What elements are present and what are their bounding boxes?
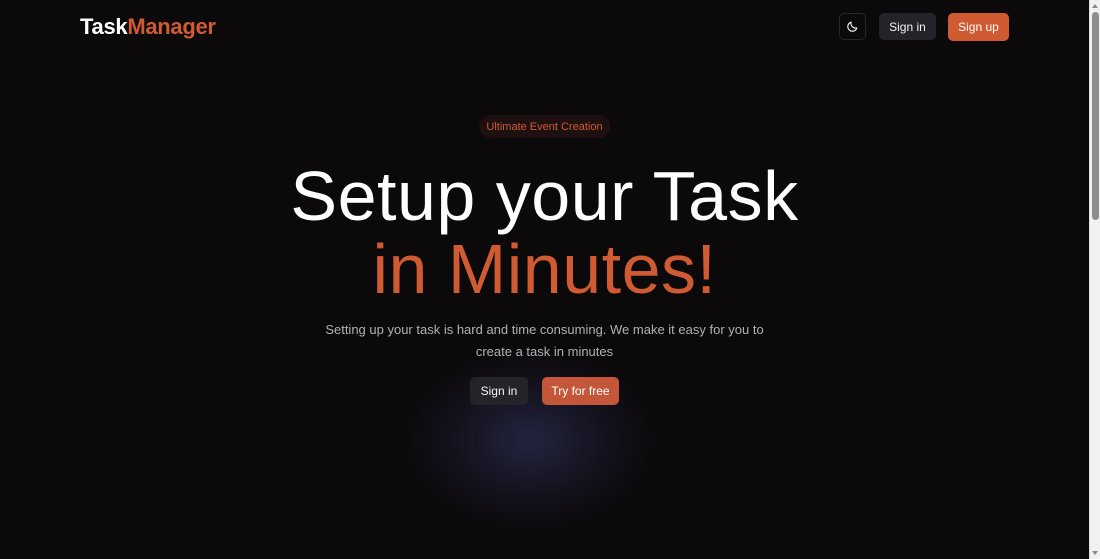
logo[interactable]: TaskManager [80,14,216,40]
hero-subtitle-line2: create a task in minutes [475,344,614,359]
try-for-free-button[interactable]: Try for free [542,377,619,405]
hero-subtitle-line1: Setting up your task is hard and time co… [325,322,764,337]
scroll-thumb[interactable] [1092,12,1099,220]
theme-toggle-button[interactable] [839,13,866,40]
vertical-scrollbar[interactable] [1089,0,1100,559]
background-glow [405,350,655,530]
scroll-down-arrow-icon[interactable] [1092,551,1098,555]
header-signup-button[interactable]: Sign up [948,13,1009,41]
hero-title-line1: Setup your Task [290,157,799,235]
page: TaskManager Sign in Sign up Ultimate Eve… [0,0,1089,559]
hero-signin-button[interactable]: Sign in [470,377,528,405]
hero-badge: Ultimate Event Creation [479,115,610,138]
logo-text-accent: Manager [127,14,216,39]
logo-text-primary: Task [80,14,128,39]
header-signin-button[interactable]: Sign in [879,13,936,40]
hero-subtitle: Setting up your task is hard and time co… [320,319,769,363]
moon-icon [847,21,858,32]
hero-title-line2: in Minutes! [372,230,717,308]
scroll-up-arrow-icon[interactable] [1092,4,1098,8]
header: TaskManager Sign in Sign up [0,0,1089,55]
